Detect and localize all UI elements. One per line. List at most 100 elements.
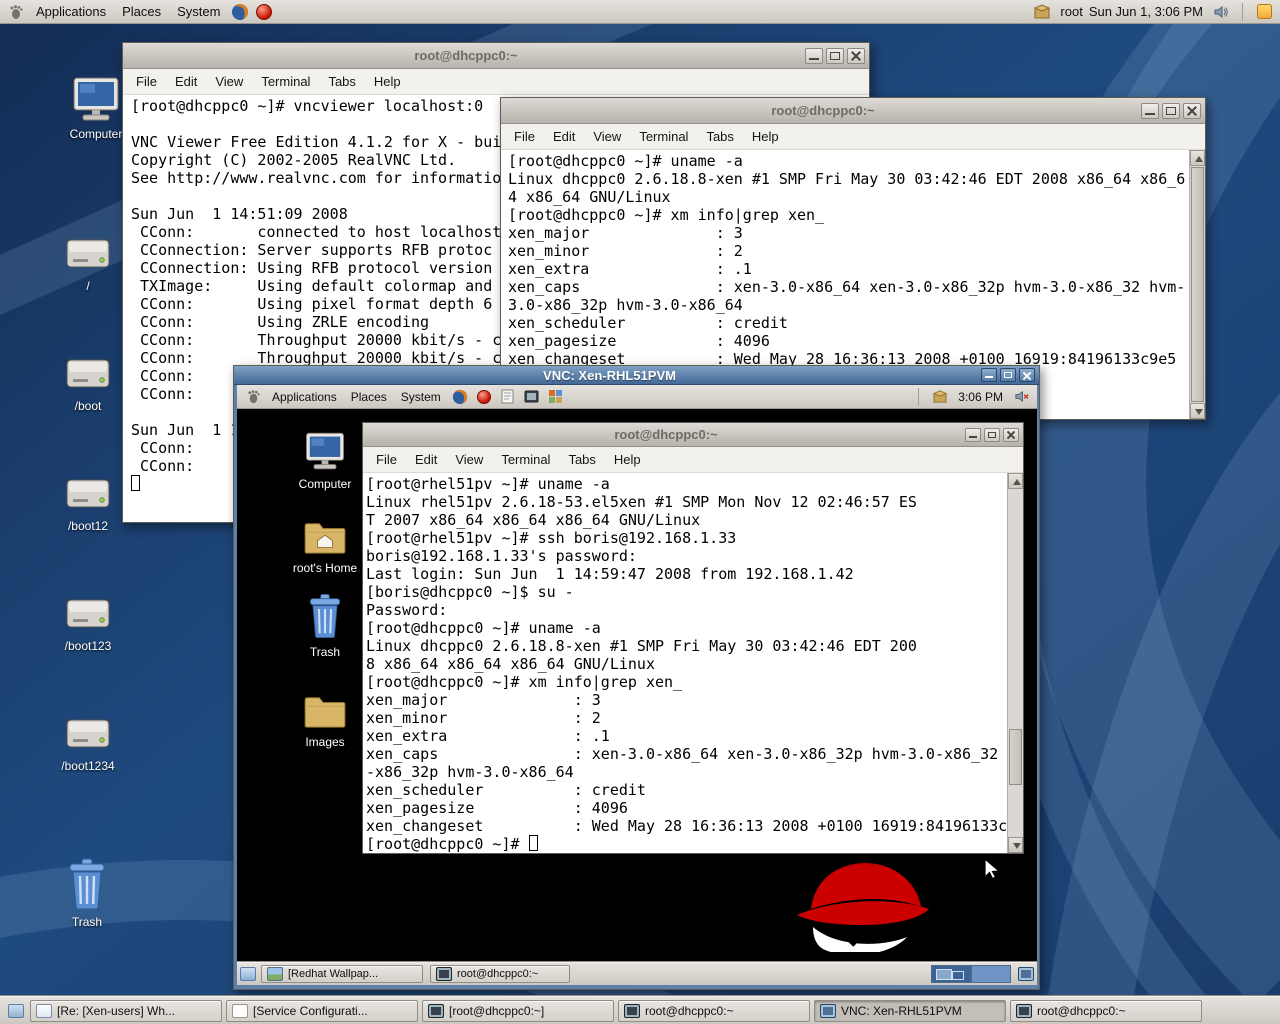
desktop-icon-boot123-volume[interactable]: /boot123: [46, 592, 130, 653]
scrollbar-thumb[interactable]: [1191, 167, 1204, 402]
vnc-top-panel: Applications Places System 3:06 PM: [237, 385, 1037, 409]
terminal-text: [root@dhcppc0 ~]# uname -aLinux dhcppc0 …: [508, 152, 1185, 368]
desktop-icon-label: Trash: [72, 915, 102, 929]
menu-terminal[interactable]: Terminal: [492, 449, 559, 470]
menu-tabs[interactable]: Tabs: [319, 71, 364, 92]
task-label: [root@dhcppc0:~]: [449, 1004, 544, 1018]
vnc-task-wallpaper[interactable]: [Redhat Wallpap...: [261, 965, 423, 983]
terminal-launcher-icon[interactable]: [522, 387, 542, 407]
task-vnc-viewer[interactable]: VNC: Xen-RHL51PVM: [814, 1000, 1006, 1022]
menu-tabs[interactable]: Tabs: [697, 126, 742, 147]
menu-view[interactable]: View: [446, 449, 492, 470]
window-list-icon[interactable]: [6, 1001, 26, 1021]
workspace-1[interactable]: [932, 966, 971, 982]
vnc-terminal-window[interactable]: root@dhcppc0:~ File Edit View Terminal T…: [362, 422, 1024, 854]
desktop-icon-boot1234-volume[interactable]: /boot1234: [46, 712, 130, 773]
task-terminal-middle[interactable]: root@dhcppc0:~: [1010, 1000, 1202, 1022]
menu-applications[interactable]: Applications: [28, 2, 114, 21]
menu-file[interactable]: File: [127, 71, 166, 92]
vnc-menu-places[interactable]: Places: [344, 388, 394, 406]
scrollbar-thumb[interactable]: [1009, 729, 1022, 785]
minimize-button[interactable]: [965, 428, 981, 442]
task-terminal-minimized[interactable]: [root@dhcppc0:~]: [422, 1000, 614, 1022]
package-icon[interactable]: [1032, 2, 1052, 22]
menu-file[interactable]: File: [505, 126, 544, 147]
vnc-task-terminal[interactable]: root@dhcppc0:~: [430, 965, 570, 983]
menu-file[interactable]: File: [367, 449, 406, 470]
workspace-2[interactable]: [971, 966, 1010, 982]
panel-applet-icon[interactable]: [1018, 967, 1034, 981]
window-titlebar[interactable]: root@dhcppc0:~: [363, 423, 1023, 447]
close-button[interactable]: [847, 48, 865, 64]
gnome-foot-menu-icon[interactable]: [6, 2, 26, 22]
vnc-desktop-icon-images[interactable]: Images: [287, 693, 363, 749]
menu-view[interactable]: View: [206, 71, 252, 92]
scrollbar[interactable]: [1189, 150, 1205, 419]
vnc-window-titlebar[interactable]: VNC: Xen-RHL51PVM: [234, 366, 1039, 385]
trash-icon: [306, 593, 344, 639]
desktop-icon-root-volume[interactable]: /: [46, 232, 130, 293]
menu-help[interactable]: Help: [743, 126, 788, 147]
gnome-foot-menu-icon[interactable]: [243, 387, 263, 407]
close-button[interactable]: [1019, 368, 1035, 382]
desktop-icon-boot12-volume[interactable]: /boot12: [46, 472, 130, 533]
menu-tabs[interactable]: Tabs: [559, 449, 604, 470]
menu-view[interactable]: View: [584, 126, 630, 147]
terminal-window-icon: [1016, 1004, 1032, 1018]
menu-edit[interactable]: Edit: [166, 71, 206, 92]
vnc-clock-applet[interactable]: 3:06 PM: [958, 390, 1003, 404]
show-desktop-icon[interactable]: [240, 967, 256, 981]
close-button[interactable]: [1183, 103, 1201, 119]
terminal-output-area[interactable]: [root@rhel51pv ~]# uname -aLinux rhel51p…: [363, 473, 1023, 853]
web-browser-icon[interactable]: [450, 387, 470, 407]
maximize-button[interactable]: [984, 428, 1000, 442]
minimize-button[interactable]: [981, 368, 997, 382]
vnc-menu-applications[interactable]: Applications: [265, 388, 344, 406]
menu-help[interactable]: Help: [605, 449, 650, 470]
menu-system[interactable]: System: [169, 2, 228, 21]
scrollbar[interactable]: [1007, 473, 1023, 853]
software-updater-icon[interactable]: [254, 2, 274, 22]
task-xen-users-mail[interactable]: [Re: [Xen-users] Wh...: [30, 1000, 222, 1022]
software-updater-icon[interactable]: [474, 387, 494, 407]
task-service-configuration[interactable]: [Service Configurati...: [226, 1000, 418, 1022]
scroll-down-button[interactable]: [1190, 403, 1205, 419]
firefox-icon[interactable]: [230, 2, 250, 22]
package-icon[interactable]: [930, 387, 950, 407]
menu-terminal[interactable]: Terminal: [252, 71, 319, 92]
apps-launcher-icon[interactable]: [546, 387, 566, 407]
scroll-up-button[interactable]: [1008, 473, 1023, 489]
menu-help[interactable]: Help: [365, 71, 410, 92]
desktop-icon-boot-volume[interactable]: /boot: [46, 352, 130, 413]
minimize-button[interactable]: [805, 48, 823, 64]
speaker-icon[interactable]: [1211, 2, 1231, 22]
vnc-viewer-window[interactable]: VNC: Xen-RHL51PVM Applications Places Sy…: [233, 365, 1040, 990]
menu-edit[interactable]: Edit: [406, 449, 446, 470]
scroll-down-button[interactable]: [1008, 837, 1023, 853]
window-titlebar[interactable]: root@dhcppc0:~: [123, 43, 869, 69]
minimize-button[interactable]: [1141, 103, 1159, 119]
desktop-icon-label: /boot12: [68, 519, 108, 533]
maximize-button[interactable]: [826, 48, 844, 64]
logged-in-user[interactable]: root: [1060, 4, 1082, 19]
workspace-switcher[interactable]: [931, 965, 1011, 983]
menu-edit[interactable]: Edit: [544, 126, 584, 147]
notification-icon[interactable]: [1254, 2, 1274, 22]
menu-terminal[interactable]: Terminal: [630, 126, 697, 147]
clock-applet[interactable]: Sun Jun 1, 3:06 PM: [1089, 4, 1203, 19]
notes-launcher-icon[interactable]: [498, 387, 518, 407]
maximize-button[interactable]: [1000, 368, 1016, 382]
desktop-icon-trash[interactable]: Trash: [45, 858, 129, 929]
vnc-menu-system[interactable]: System: [394, 388, 448, 406]
close-button[interactable]: [1003, 428, 1019, 442]
task-terminal-back[interactable]: root@dhcppc0:~: [618, 1000, 810, 1022]
maximize-button[interactable]: [1162, 103, 1180, 119]
window-titlebar[interactable]: root@dhcppc0:~: [501, 98, 1205, 124]
vnc-desktop-icon-computer[interactable]: Computer: [287, 431, 363, 491]
scroll-up-button[interactable]: [1190, 150, 1205, 166]
vnc-desktop-icon-home[interactable]: root's Home: [287, 519, 363, 575]
vnc-desktop-icon-trash[interactable]: Trash: [287, 593, 363, 659]
menu-places[interactable]: Places: [114, 2, 169, 21]
vnc-remote-desktop[interactable]: Applications Places System 3:06 PM: [237, 385, 1037, 985]
speaker-muted-icon[interactable]: [1011, 387, 1031, 407]
